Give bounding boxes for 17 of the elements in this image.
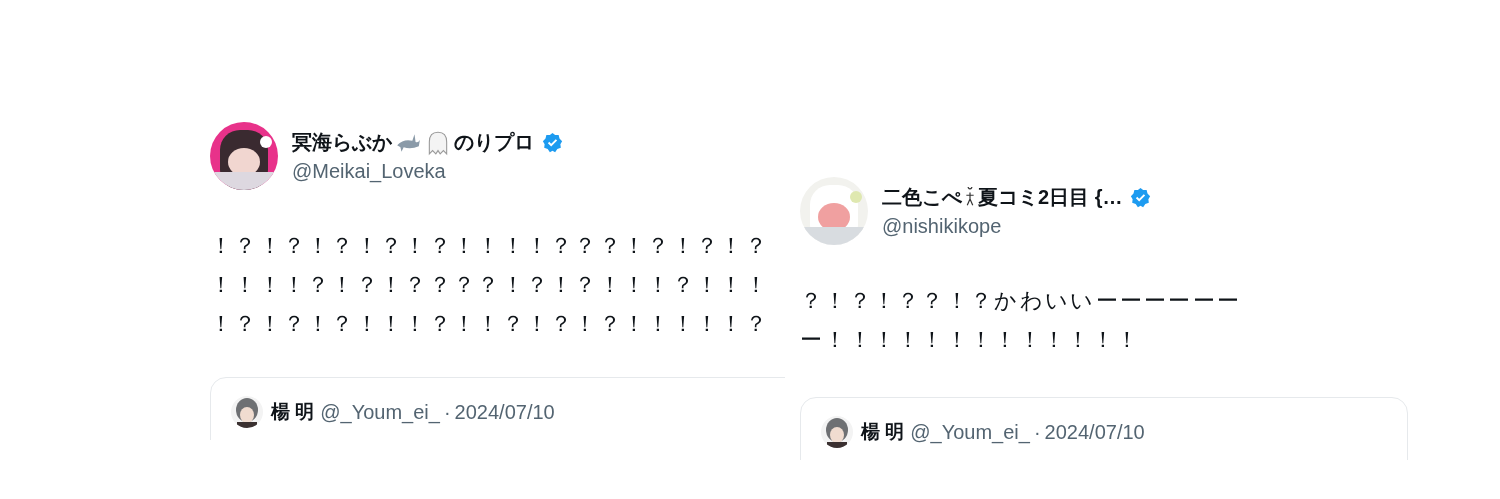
quoted-user-handle: @_Youm_ei_ [910, 420, 1030, 446]
quoted-user-name: 楊 明 [271, 400, 315, 424]
user-handle: @nishikikope [882, 215, 1003, 238]
user-name: 冥海らぶか [292, 130, 392, 155]
user-name: 二色こぺ [882, 185, 962, 210]
user-name: のりプロ [454, 130, 534, 155]
separator-dot: · [1033, 420, 1041, 445]
quoted-post-date: 2024/07/10 [454, 400, 555, 425]
quoted-user-handle: @_Youm_ei_ [320, 400, 440, 426]
user-handle: @Meikai_Loveka [292, 160, 447, 183]
post-text: ！？！？！？！？！？！！！！？？？！？！？！？！！！！？！？！？？？？！？！？！！！？！！！！？！？！？！！！？！！？！？！？！！！！！？ [210, 232, 770, 338]
quoted-user-name: 楊 明 [861, 420, 905, 444]
quoted-post[interactable]: 楊 明 @_Youm_ei_ · 2024/07/10 [800, 397, 1408, 460]
quoted-post-date: 2024/07/10 [1044, 420, 1145, 445]
separator-dot: · [443, 400, 451, 425]
post-text: ？！？！？？！？かわいいーーーーーーー！！！！！！！！！！！！！ [800, 287, 1243, 354]
user-name: 夏コミ2日目 {… [978, 185, 1123, 210]
